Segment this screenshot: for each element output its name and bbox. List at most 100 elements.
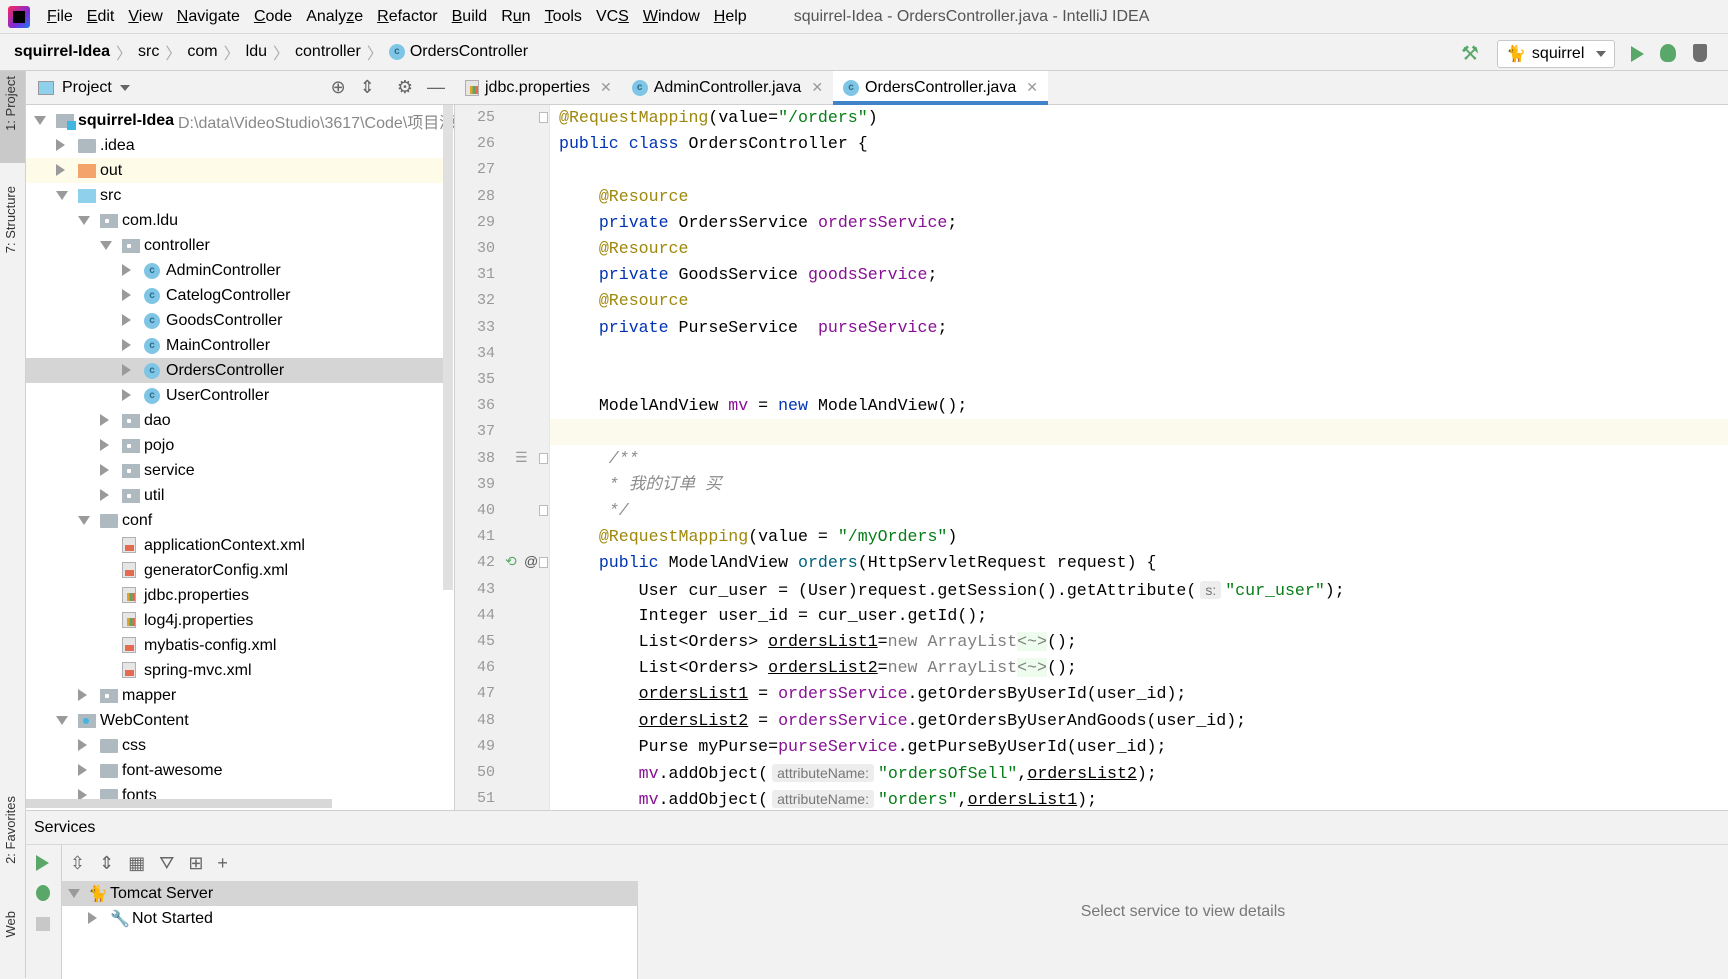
filter-icon[interactable]: ⛛	[159, 853, 174, 874]
breadcrumb-item[interactable]: squirrel-Idea	[14, 43, 110, 61]
mapping-annotation-icon[interactable]: @	[524, 553, 538, 569]
service-item[interactable]: 🐈 Tomcat Server	[62, 881, 638, 906]
tree-item[interactable]: generatorConfig.xml	[26, 558, 443, 583]
tree-item[interactable]: conf	[26, 508, 443, 533]
tree-item[interactable]: pojo	[26, 433, 443, 458]
tree-item[interactable]: c CatelogController	[26, 283, 443, 308]
chevron-right-icon[interactable]	[78, 764, 87, 776]
build-hammer-icon[interactable]: ⚒	[1461, 44, 1483, 64]
tree-item[interactable]: src	[26, 183, 443, 208]
implemented-method-icon[interactable]: ⟲	[505, 553, 517, 570]
chevron-down-icon[interactable]	[56, 191, 68, 200]
chevron-down-icon[interactable]	[78, 216, 90, 225]
breadcrumb-item[interactable]: ldu	[246, 43, 267, 61]
stop-icon[interactable]	[36, 917, 50, 931]
tree-item[interactable]: c MainController	[26, 333, 443, 358]
chevron-right-icon[interactable]	[78, 739, 87, 751]
tree-item[interactable]: font-awesome	[26, 758, 443, 783]
chevron-right-icon[interactable]	[122, 264, 131, 276]
chevron-right-icon[interactable]	[122, 314, 131, 326]
collapse-all-icon[interactable]: ⇕	[99, 853, 114, 874]
menu-edit[interactable]: Edit	[80, 8, 122, 26]
chevron-right-icon[interactable]	[56, 164, 65, 176]
menu-code[interactable]: Code	[247, 8, 299, 26]
fold-icon[interactable]	[539, 557, 548, 569]
run-icon[interactable]	[36, 855, 49, 871]
menu-vcs[interactable]: VCS	[589, 8, 636, 26]
tree-item[interactable]: c UserController	[26, 383, 443, 408]
breadcrumb-item[interactable]: controller	[295, 43, 361, 61]
fold-icon[interactable]	[539, 112, 548, 123]
chevron-right-icon[interactable]	[100, 439, 109, 451]
tree-item[interactable]: .idea	[26, 133, 443, 158]
tool-tab-structure[interactable]: 7: Structure	[3, 186, 18, 253]
chevron-right-icon[interactable]	[122, 289, 131, 301]
add-service-icon[interactable]: +	[217, 853, 228, 874]
tree-item[interactable]: mapper	[26, 683, 443, 708]
chevron-down-icon[interactable]	[34, 116, 46, 125]
close-icon[interactable]: ✕	[1026, 79, 1038, 96]
locate-icon[interactable]: ⊕	[331, 77, 346, 98]
tree-item[interactable]: com.ldu	[26, 208, 443, 233]
menu-build[interactable]: Build	[445, 8, 495, 26]
service-item[interactable]: 🔧 Not Started	[62, 906, 638, 931]
tree-item[interactable]: service	[26, 458, 443, 483]
coverage-icon[interactable]	[1693, 44, 1707, 62]
group-by-icon[interactable]: ▦	[128, 853, 145, 874]
menu-analyze[interactable]: Analyze	[299, 8, 370, 26]
chevron-right-icon[interactable]	[100, 464, 109, 476]
menu-view[interactable]: View	[121, 8, 169, 26]
chevron-right-icon[interactable]	[56, 139, 65, 151]
tree-item[interactable]: log4j.properties	[26, 608, 443, 633]
fold-icon[interactable]	[539, 505, 548, 516]
menu-window[interactable]: Window	[636, 8, 707, 26]
chevron-right-icon[interactable]	[122, 339, 131, 351]
close-icon[interactable]: ✕	[600, 79, 612, 96]
chevron-down-icon[interactable]	[56, 716, 68, 725]
chevron-right-icon[interactable]	[122, 389, 131, 401]
editor-tab[interactable]: c OrdersController.java ✕	[833, 71, 1048, 105]
debug-icon[interactable]	[1660, 44, 1676, 62]
tree-scrollbar[interactable]	[443, 105, 453, 590]
tree-horizontal-scrollbar[interactable]	[26, 799, 332, 808]
debug-icon[interactable]	[36, 885, 50, 901]
tree-item[interactable]: dao	[26, 408, 443, 433]
minimize-icon[interactable]: —	[427, 77, 445, 98]
tree-item[interactable]: controller	[26, 233, 443, 258]
chevron-down-icon[interactable]	[100, 241, 112, 250]
tool-tab-project[interactable]: 1: Project	[3, 76, 18, 131]
chevron-right-icon[interactable]	[78, 689, 87, 701]
collapse-all-icon[interactable]: ⇕	[360, 77, 375, 98]
tree-item[interactable]: WebContent	[26, 708, 443, 733]
chevron-right-icon[interactable]	[100, 414, 109, 426]
tool-tab-web[interactable]: Web	[3, 911, 18, 938]
menu-navigate[interactable]: Navigate	[170, 8, 247, 26]
run-icon[interactable]	[1631, 46, 1644, 62]
menu-run[interactable]: Run	[494, 8, 537, 26]
tree-item[interactable]: jdbc.properties	[26, 583, 443, 608]
tree-item[interactable]: mybatis-config.xml	[26, 633, 443, 658]
chevron-down-icon[interactable]	[119, 84, 130, 91]
project-view-dropdown[interactable]: Project	[62, 79, 112, 97]
code-editor[interactable]: 25 26 27 28 29 30 31 32 33 34 35 36 37 38 39 40 41 42 43 44…	[455, 105, 1728, 810]
gear-icon[interactable]: ⚙	[397, 77, 413, 98]
editor-tab[interactable]: jdbc.properties ✕	[455, 71, 622, 104]
chevron-right-icon[interactable]	[100, 489, 109, 501]
breadcrumb-item[interactable]: com	[187, 43, 217, 61]
menu-tools[interactable]: Tools	[538, 8, 589, 26]
tree-item[interactable]: out	[26, 158, 443, 183]
close-icon[interactable]: ✕	[811, 79, 823, 96]
fold-icon[interactable]	[539, 452, 548, 464]
tree-item[interactable]: c GoodsController	[26, 308, 443, 333]
editor-tab[interactable]: c AdminController.java ✕	[622, 71, 833, 104]
chevron-right-icon[interactable]	[88, 912, 97, 924]
run-configuration-dropdown[interactable]: 🐈 squirrel	[1497, 40, 1615, 68]
new-tab-icon[interactable]: ⊞	[188, 853, 203, 874]
tree-item[interactable]: util	[26, 483, 443, 508]
expand-all-icon[interactable]: ⇳	[70, 853, 85, 874]
tree-item[interactable]: squirrel-Idea D:\data\VideoStudio\3617\Co…	[26, 108, 454, 133]
menu-refactor[interactable]: Refactor	[370, 8, 444, 26]
chevron-right-icon[interactable]	[122, 364, 131, 376]
breadcrumb-item[interactable]: c OrdersController	[388, 43, 528, 61]
chevron-down-icon[interactable]	[78, 516, 90, 525]
